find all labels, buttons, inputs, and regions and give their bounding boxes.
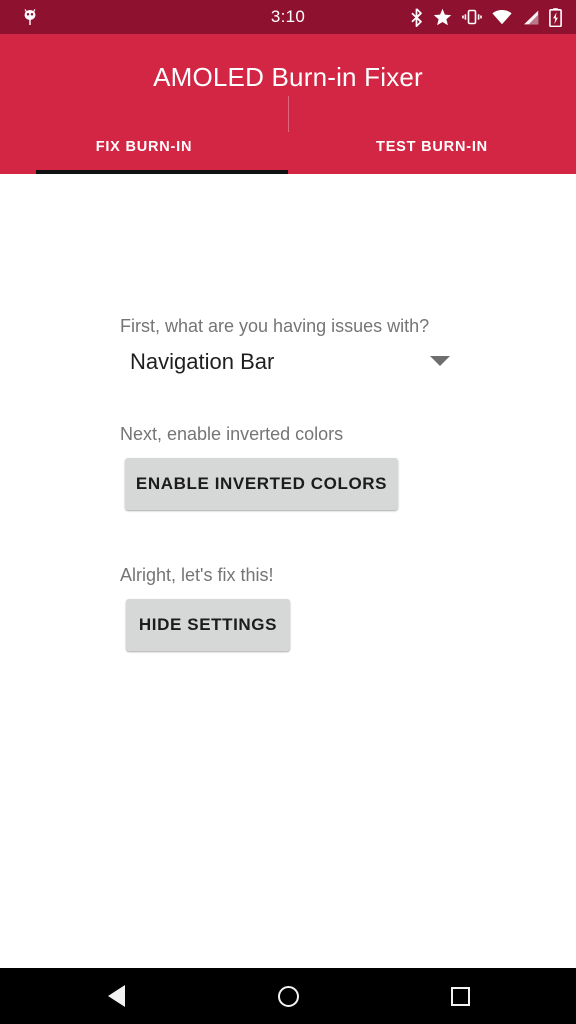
star-icon (433, 8, 452, 27)
issue-type-label: First, what are you having issues with? (120, 316, 430, 336)
chevron-down-icon (430, 356, 450, 366)
android-navigation-bar (0, 968, 576, 1024)
nav-back-button[interactable] (56, 968, 176, 1024)
enable-inverted-colors-button[interactable]: ENABLE INVERTED COLORS (125, 458, 398, 510)
vibrate-icon (462, 8, 482, 26)
back-triangle-icon (107, 985, 125, 1007)
tab-test-burn-in[interactable]: TEST BURN-IN (288, 120, 576, 174)
status-bar-right-icons (410, 0, 562, 34)
tab-test-burn-in-label: TEST BURN-IN (376, 139, 488, 155)
cell-signal-icon (522, 10, 539, 25)
issue-type-spinner-value: Navigation Bar (130, 349, 275, 374)
tab-divider (288, 96, 289, 132)
hide-settings-button[interactable]: HIDE SETTINGS (126, 599, 290, 651)
tab-fix-burn-in[interactable]: FIX BURN-IN (0, 120, 288, 174)
nav-recents-button[interactable] (400, 968, 520, 1024)
bluetooth-icon (410, 7, 423, 27)
nav-home-button[interactable] (228, 968, 348, 1024)
recents-square-icon (450, 986, 470, 1006)
tab-fix-burn-in-label: FIX BURN-IN (95, 139, 193, 155)
main-content: First, what are you having issues with? … (0, 174, 576, 964)
wifi-icon (492, 9, 512, 25)
inverted-colors-label: Next, enable inverted colors (120, 424, 344, 444)
fix-this-label: Alright, let's fix this! (120, 565, 274, 585)
battery-charging-icon (549, 7, 562, 27)
status-bar: 3:10 (0, 0, 576, 34)
issue-type-spinner[interactable]: Navigation Bar (126, 342, 450, 382)
home-circle-icon (277, 985, 299, 1007)
phone-screen: 3:10 AMOLED Burn-in Fixer FIX BURN-IN TE… (0, 0, 576, 1024)
